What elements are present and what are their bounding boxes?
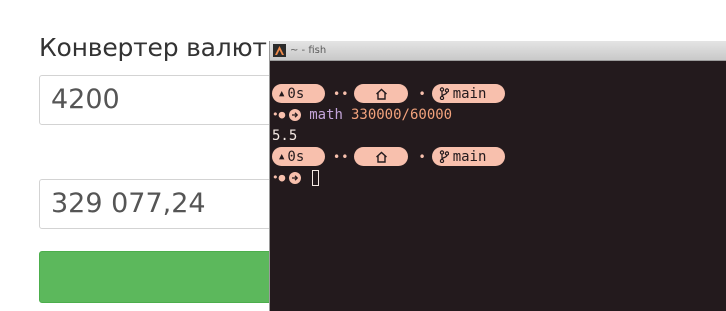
terminal-app-icon <box>273 44 286 57</box>
prompt-bar: ▲ 0s •• • main <box>272 146 726 167</box>
converter-title: Конвертер валют <box>39 33 267 62</box>
segment-separator: • <box>418 86 427 101</box>
command-name: math <box>309 106 343 123</box>
input-line[interactable]: •● <box>272 167 726 188</box>
home-icon <box>375 88 387 100</box>
git-branch-icon <box>439 150 449 163</box>
command-args: 330000/60000 <box>350 106 453 123</box>
git-segment: main <box>431 84 505 103</box>
duration-text: 0s <box>287 148 305 165</box>
terminal-body[interactable]: ▲ 0s •• • main •● math 330000/60000 5.5 <box>270 83 726 188</box>
amount-from-input[interactable]: 4200 <box>39 75 289 125</box>
arrow-right-circle-icon <box>289 108 302 121</box>
branch-name: main <box>452 148 487 165</box>
segment-separator: •• <box>333 86 350 101</box>
command-output: 5.5 <box>272 127 298 144</box>
triangle-up-icon: ▲ <box>279 151 285 162</box>
prompt-dots: •● <box>272 108 286 121</box>
directory-segment <box>354 84 409 103</box>
duration-segment: ▲ 0s <box>272 147 325 166</box>
prompt-dots: •● <box>272 171 286 184</box>
text-cursor <box>312 169 320 186</box>
triangle-up-icon: ▲ <box>279 88 285 99</box>
directory-segment <box>354 147 409 166</box>
duration-text: 0s <box>287 85 305 102</box>
git-segment: main <box>431 147 505 166</box>
amount-to-input[interactable]: 329 077,24 <box>39 179 289 229</box>
window-title: ~ - fish <box>290 45 327 56</box>
duration-segment: ▲ 0s <box>272 84 325 103</box>
segment-separator: •• <box>333 149 350 164</box>
home-icon <box>375 151 387 163</box>
window-titlebar[interactable]: ~ - fish <box>270 41 726 61</box>
command-line: •● math 330000/60000 <box>272 104 726 125</box>
git-branch-icon <box>439 87 449 100</box>
branch-name: main <box>452 85 487 102</box>
prompt-bar: ▲ 0s •• • main <box>272 83 726 104</box>
terminal-window[interactable]: ~ - fish ▲ 0s •• • main •● math 330000/6… <box>269 41 726 311</box>
arrow-right-circle-icon <box>289 171 302 184</box>
convert-button[interactable] <box>39 251 289 303</box>
segment-separator: • <box>418 149 427 164</box>
